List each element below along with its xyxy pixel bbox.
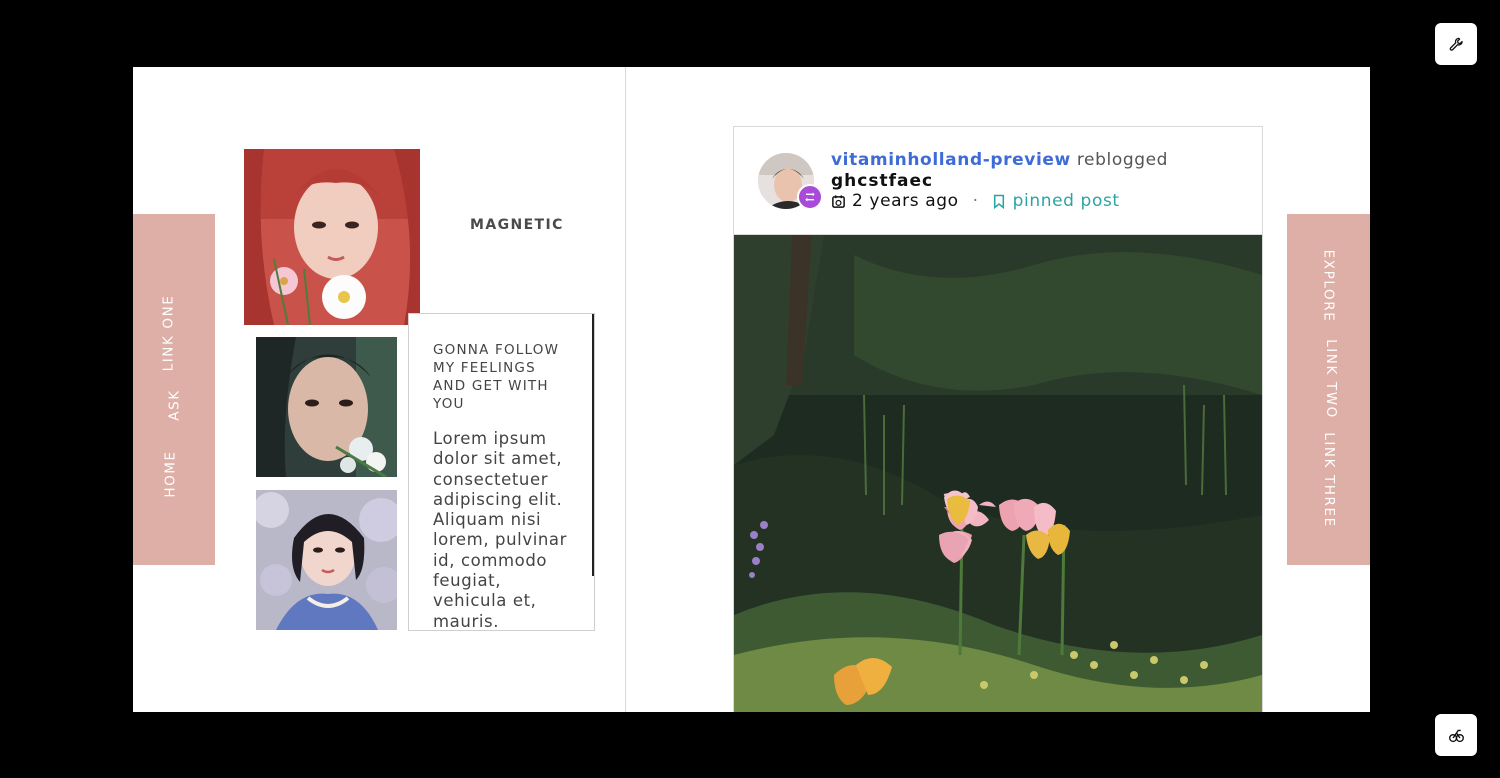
pinned-label: pinned post: [1012, 191, 1120, 211]
nav-link-home[interactable]: Home: [163, 450, 179, 497]
customize-button[interactable]: [1435, 23, 1477, 65]
original-author-link[interactable]: ghcstfaec: [831, 171, 933, 191]
reblog-verb: reblogged: [1076, 150, 1169, 170]
sidebar-photo-2: [256, 337, 397, 477]
left-nav: Home Ask Link One: [133, 214, 215, 565]
blog-title: MAGNETIC: [470, 217, 564, 233]
about-scroll-rule: [592, 314, 594, 576]
theme-card: Home Ask Link One Explore Link Two Link …: [133, 67, 1370, 712]
reblogger-link[interactable]: vitaminholland-preview: [831, 150, 1071, 170]
about-box: GONNA FOLLOW MY FEELINGS AND GET WITH YO…: [408, 313, 595, 631]
nav-link-three[interactable]: Link Three: [1321, 432, 1337, 528]
meta-separator: ·: [972, 191, 979, 211]
column-divider: [625, 67, 626, 712]
post-meta: 2 years ago · pinned post: [831, 191, 1120, 211]
post-timestamp[interactable]: 2 years ago: [852, 191, 959, 211]
tumblr-logo-icon: [1448, 727, 1465, 744]
right-nav: Explore Link Two Link Three: [1287, 214, 1370, 565]
sidebar-photo-1: [244, 149, 420, 325]
reblog-icon: [797, 184, 823, 210]
post-header: vitaminholland-preview reblogged ghcstfa…: [734, 127, 1262, 235]
nav-link-one[interactable]: Link One: [160, 295, 176, 372]
reblog-line: vitaminholland-preview reblogged: [831, 150, 1168, 170]
sidebar-photo-3: [256, 490, 397, 630]
post-card: vitaminholland-preview reblogged ghcstfa…: [733, 126, 1263, 712]
nav-link-ask[interactable]: Ask: [167, 389, 183, 420]
tumblr-button[interactable]: [1435, 714, 1477, 756]
post-photo[interactable]: [734, 235, 1262, 712]
bookmark-icon: [993, 194, 1005, 209]
nav-link-two[interactable]: Link Two: [1323, 339, 1339, 419]
about-heading: GONNA FOLLOW MY FEELINGS AND GET WITH YO…: [433, 342, 560, 412]
viewport: Home Ask Link One Explore Link Two Link …: [0, 0, 1500, 778]
wrench-icon: [1449, 37, 1464, 52]
calendar-clock-icon: [831, 194, 846, 209]
nav-link-explore[interactable]: Explore: [1320, 250, 1336, 323]
about-description: Lorem ipsum dolor sit amet, consectetuer…: [433, 429, 568, 631]
